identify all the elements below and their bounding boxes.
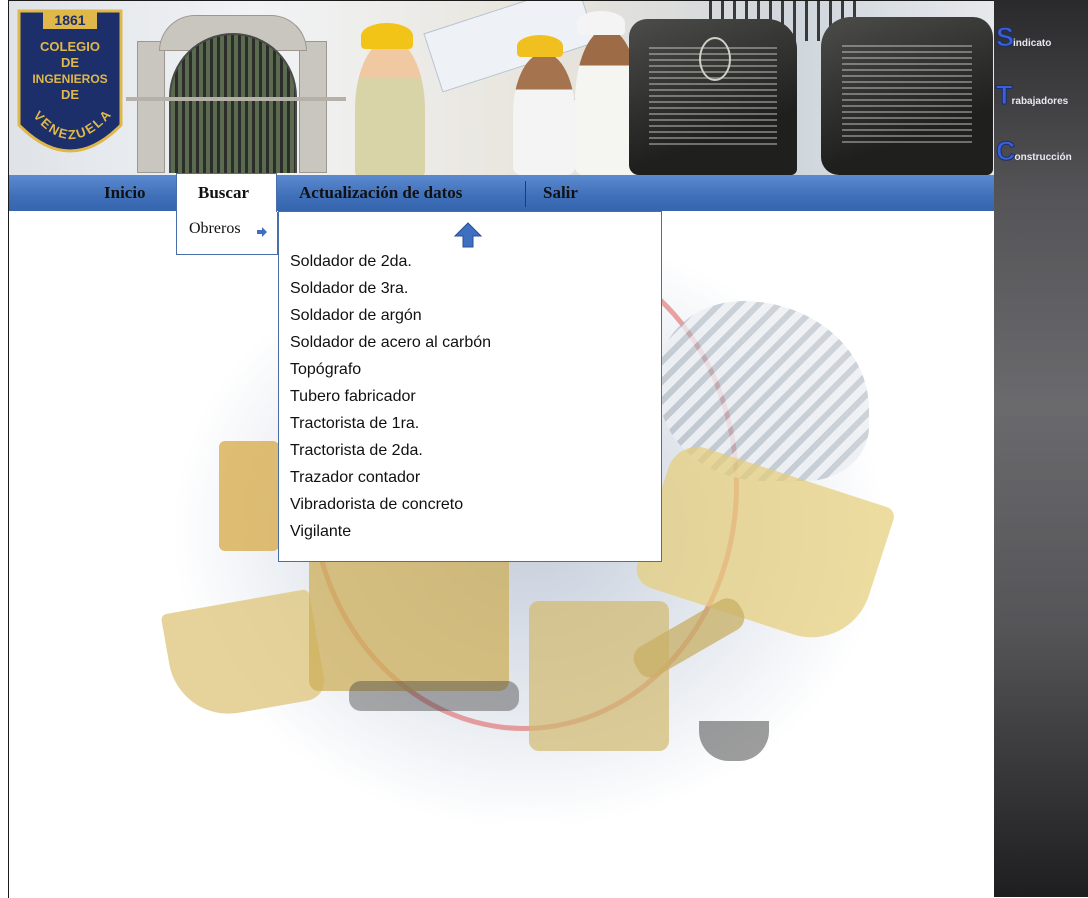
- nav-separator: [525, 181, 526, 207]
- logo-line-3: INGENIEROS: [32, 72, 107, 86]
- up-arrow-icon[interactable]: [453, 222, 483, 253]
- dropdown-item[interactable]: Tractorista de 2da.: [290, 442, 423, 460]
- nav-bar: [9, 175, 994, 211]
- stc-sidebar: Sindicato Trabajadores Construcción: [994, 0, 1088, 897]
- nav-item-buscar[interactable]: Buscar: [198, 175, 249, 211]
- dropdown-item[interactable]: Soldador de 2da.: [290, 253, 412, 271]
- nav-item-salir[interactable]: Salir: [543, 175, 578, 211]
- nav-item-actualizacion[interactable]: Actualización de datos: [299, 175, 462, 211]
- obreros-dropdown: Soldador de 2da. Soldador de 3ra. Soldad…: [278, 211, 662, 562]
- header-banner: 1861 COLEGIO DE INGENIEROS DE VENEZUELA: [9, 1, 994, 175]
- logo-line-4: DE: [61, 87, 79, 102]
- dropdown-item[interactable]: Tubero fabricador: [290, 388, 416, 406]
- dropdown-item[interactable]: Vigilante: [290, 523, 351, 541]
- submenu-obreros-label: Obreros: [189, 220, 241, 237]
- dropdown-item[interactable]: Vibradorista de concreto: [290, 496, 463, 514]
- logo-year: 1861: [54, 12, 85, 28]
- dropdown-item[interactable]: Soldador de argón: [290, 307, 422, 325]
- right-arrow-icon: [256, 225, 268, 243]
- colegio-logo: 1861 COLEGIO DE INGENIEROS DE VENEZUELA: [15, 7, 125, 167]
- page-frame: 1861 COLEGIO DE INGENIEROS DE VENEZUELA: [8, 0, 994, 898]
- sidebar-word-trabajadores: Trabajadores: [996, 80, 1069, 111]
- sidebar-word-construccion: Construcción: [996, 136, 1072, 167]
- dropdown-item[interactable]: Tractorista de 1ra.: [290, 415, 419, 433]
- nav-item-inicio[interactable]: Inicio: [104, 175, 146, 211]
- dropdown-item[interactable]: Soldador de 3ra.: [290, 280, 408, 298]
- dropdown-item[interactable]: Soldador de acero al carbón: [290, 334, 491, 352]
- logo-line-2: DE: [61, 55, 79, 70]
- dropdown-item[interactable]: Topógrafo: [290, 361, 361, 379]
- sidebar-word-sindicato: Sindicato: [995, 22, 1052, 53]
- submenu-obreros[interactable]: Obreros: [176, 212, 278, 255]
- logo-line-1: COLEGIO: [40, 39, 100, 54]
- dropdown-item[interactable]: Trazador contador: [290, 469, 420, 487]
